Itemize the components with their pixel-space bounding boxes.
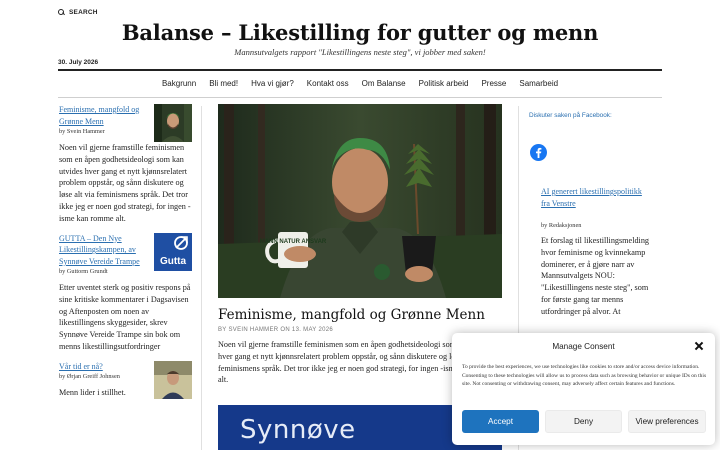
nav-item-presse[interactable]: Presse [481,79,506,88]
main-nav: Bakgrunn Bli med! Hva vi gjør? Kontakt o… [58,79,662,88]
nav-item-om-balanse[interactable]: Om Balanse [362,79,406,88]
left-sidebar: Feminisme, mangfold og Grønne Menn by Sv… [59,104,192,407]
sidebar-post-excerpt: Etter uventet sterk og positiv respons p… [59,283,191,352]
sidebar-post-excerpt: Et forslag til likestillingsmelding hvor… [541,236,650,316]
nav-item-bakgrunn[interactable]: Bakgrunn [162,79,196,88]
sidebar-post: Vår tid er nå? by Ørjan Greiff Johnsen M… [59,360,192,399]
close-icon[interactable] [694,341,704,351]
sidebar-post-title[interactable]: GUTTA – Den Nye Likestillingskampen, av … [59,233,147,268]
consent-text: To provide the best experiences, we use … [462,364,707,388]
sidebar-post-excerpt: Noen vil gjerne framstille feminismen so… [59,143,191,223]
sidebar-post-byline: by Redaksjonen [541,222,582,229]
site-tagline: Mannsutvalgets rapport "Likestillingens … [234,47,486,57]
sidebar-post-title[interactable]: Vår tid er nå? [59,361,147,373]
deny-button[interactable]: Deny [545,410,622,433]
nav-divider [58,97,662,98]
accept-button[interactable]: Accept [462,410,539,433]
post-title[interactable]: Feminisme, mangfold og Grønne Menn [218,307,502,323]
gutta-logo-text: Gutta [160,256,187,267]
banner-text: Synnøve [240,415,356,445]
sidebar-post-title[interactable]: AI generert likestillingspolitikk fra Ve… [541,186,651,209]
post-thumbnail[interactable] [154,104,192,142]
column-divider [201,106,202,450]
nav-item-bli-med[interactable]: Bli med! [209,79,238,88]
nav-item-samarbeid[interactable]: Samarbeid [519,79,558,88]
post-thumbnail[interactable] [154,360,192,399]
featured-image[interactable]: MANN NATUR ANSVAR [218,104,502,298]
consent-title: Manage Consent [552,342,615,351]
site-title[interactable]: Balanse – Likestilling for gutter og men… [0,20,720,45]
cookie-consent-dialog: Manage Consent To provide the best exper… [452,333,715,445]
sidebar-post: Feminisme, mangfold og Grønne Menn by Sv… [59,104,192,225]
nav-item-politisk-arbeid[interactable]: Politisk arbeid [419,79,469,88]
sidebar-post-title[interactable]: Feminisme, mangfold og Grønne Menn [59,104,147,127]
nav-item-kontakt-oss[interactable]: Kontakt oss [307,79,349,88]
mug-text: MANN NATUR ANSVAR [260,239,327,245]
post-thumbnail[interactable]: Gutta [154,232,192,271]
header-divider [58,69,662,71]
search-label: SEARCH [69,9,98,16]
search-button[interactable]: SEARCH [58,9,98,16]
current-date: 30. July 2026 [58,59,99,66]
sidebar-post: Gutta GUTTA – Den Nye Likestillingskampe… [59,232,192,353]
nav-item-hva-vi-gjor[interactable]: Hva vi gjør? [251,79,294,88]
facebook-prompt[interactable]: Diskuter saken på Facebook: [529,112,662,119]
right-sidebar: Diskuter saken på Facebook: AI generert … [529,112,662,316]
view-preferences-button[interactable]: View preferences [628,410,706,433]
search-icon [58,9,65,16]
facebook-icon[interactable] [530,144,547,161]
